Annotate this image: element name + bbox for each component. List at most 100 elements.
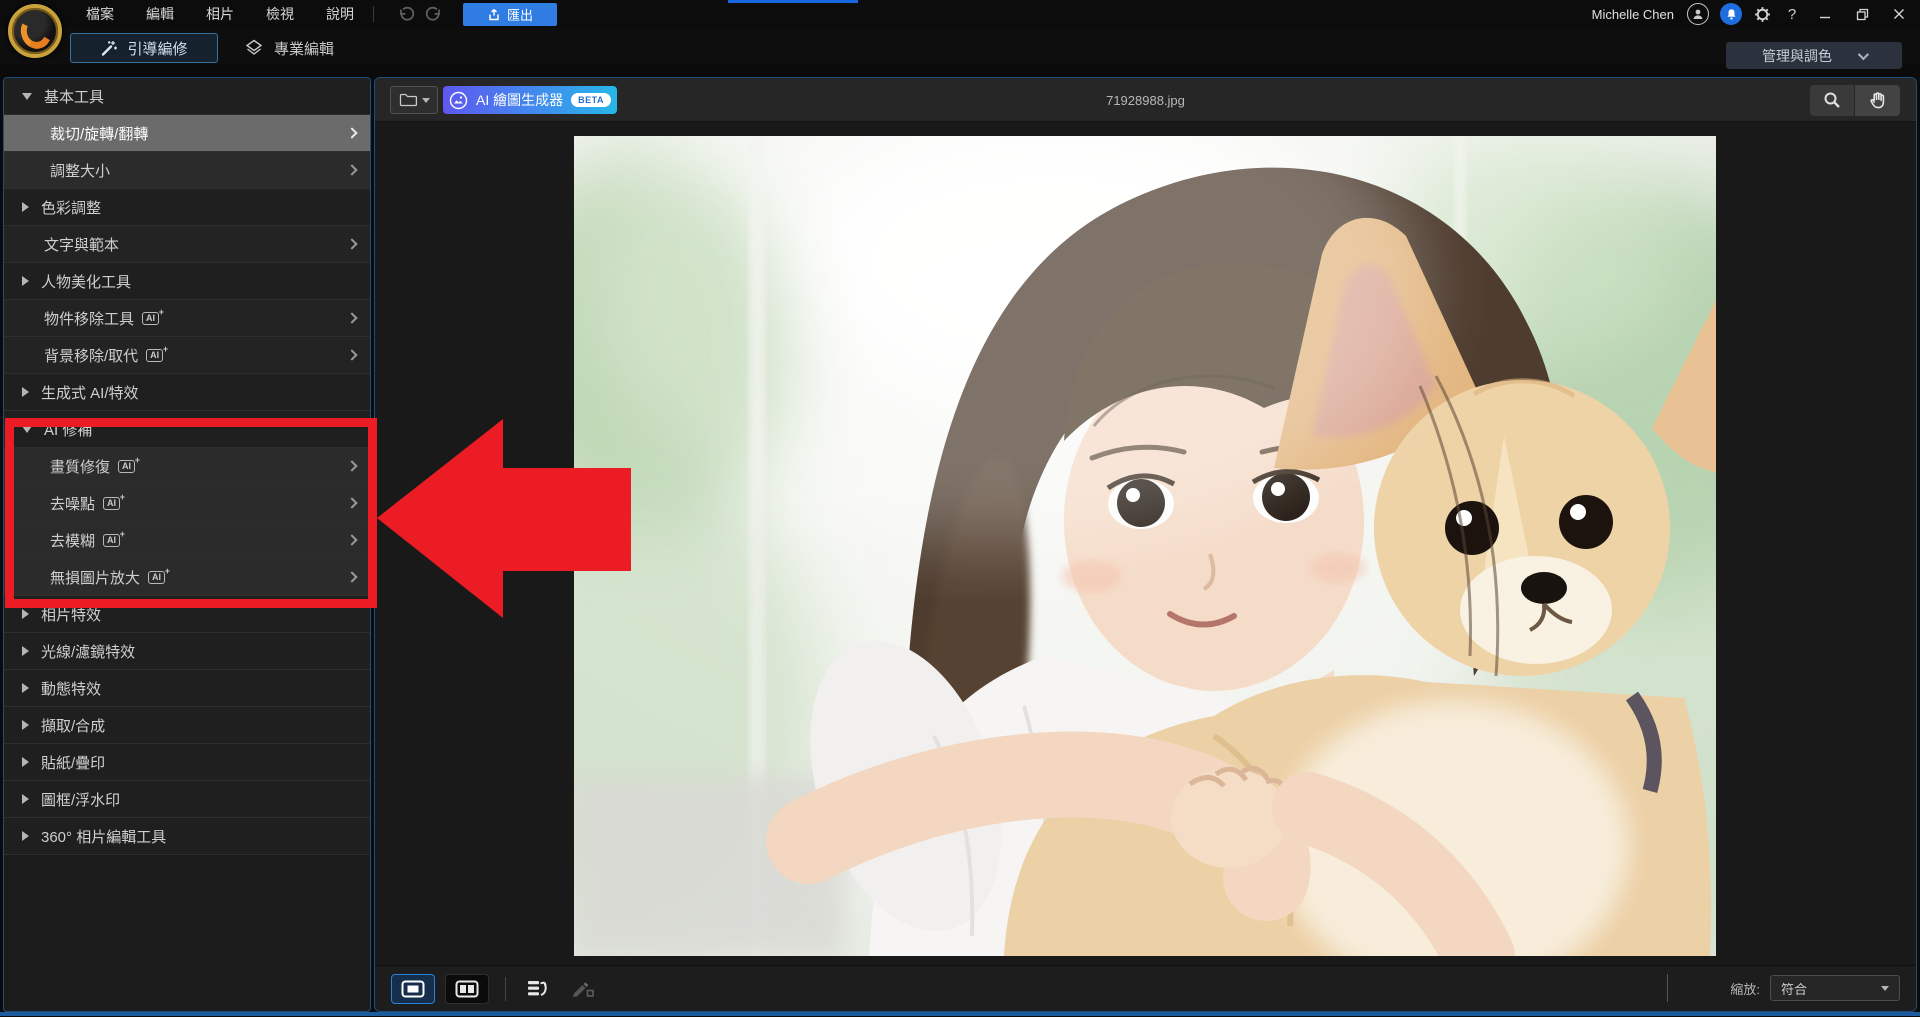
- ai-feature-icon: AI+: [103, 497, 120, 510]
- tab-guided-edit[interactable]: 引導編修: [70, 33, 218, 63]
- history-list-button[interactable]: [522, 976, 556, 1002]
- zoom-dropdown-arrow-icon: [1881, 986, 1889, 991]
- sidebar-item-label: 去噪點: [50, 493, 95, 514]
- zoom-tool-button[interactable]: [1810, 85, 1855, 116]
- footer-right-divider: [1667, 974, 1668, 1002]
- sidebar-item-18[interactable]: 貼紙/疊印: [4, 744, 370, 781]
- sidebar-item-label: AI 修補: [44, 419, 92, 440]
- help-icon[interactable]: ?: [1783, 6, 1801, 23]
- triangle-collapsed-icon: [22, 609, 29, 619]
- mode-tabs-row: 引導編修 專業編輯 管理與調色: [0, 28, 1920, 64]
- sidebar-item-17[interactable]: 擷取/合成: [4, 707, 370, 744]
- sidebar-item-label: 背景移除/取代: [44, 345, 138, 366]
- minimize-button[interactable]: [1812, 4, 1838, 24]
- sidebar-item-16[interactable]: 動態特效: [4, 670, 370, 707]
- menu-help[interactable]: 說明: [322, 2, 358, 26]
- sidebar-item-12[interactable]: 去模糊AI+: [4, 522, 370, 559]
- window-bottom-accent-line: [0, 1012, 1920, 1016]
- zoom-level-dropdown[interactable]: 符合: [1770, 975, 1900, 1001]
- footer-divider: [505, 977, 506, 1001]
- chevron-right-icon: [346, 312, 357, 323]
- account-avatar-icon[interactable]: [1687, 3, 1709, 25]
- ai-image-generator-button[interactable]: AI 繪圖生成器 BETA: [443, 86, 617, 114]
- sidebar-item-19[interactable]: 圖框/浮水印: [4, 781, 370, 818]
- chevron-right-icon: [346, 127, 357, 138]
- pan-tool-button[interactable]: [1855, 85, 1900, 116]
- sidebar-item-label: 相片特效: [41, 604, 101, 625]
- sidebar-item-1[interactable]: 裁切/旋轉/翻轉: [4, 115, 370, 152]
- sidebar-item-5[interactable]: 人物美化工具: [4, 263, 370, 300]
- sidebar-item-label: 擷取/合成: [41, 715, 105, 736]
- sidebar-item-label: 文字與範本: [44, 234, 119, 255]
- magnifier-icon: [1822, 91, 1842, 111]
- sidebar-item-label: 去模糊: [50, 530, 95, 551]
- undo-button[interactable]: [392, 3, 418, 25]
- folder-icon: [399, 92, 418, 108]
- export-button[interactable]: 匯出: [463, 3, 557, 26]
- sidebar-item-20[interactable]: 360° 相片編輯工具: [4, 818, 370, 855]
- sidebar-item-label: 裁切/旋轉/翻轉: [50, 123, 148, 144]
- chevron-right-icon: [346, 349, 357, 360]
- sidebar-item-label: 物件移除工具: [44, 308, 134, 329]
- sidebar-item-label: 無損圖片放大: [50, 567, 140, 588]
- triangle-collapsed-icon: [22, 757, 29, 767]
- sidebar-item-label: 基本工具: [44, 86, 104, 107]
- sidebar-item-9[interactable]: AI 修補: [4, 411, 370, 448]
- menu-file[interactable]: 檔案: [82, 2, 118, 26]
- sidebar-item-13[interactable]: 無損圖片放大 AI+: [4, 559, 370, 596]
- menu-bar: 檔案 編輯 相片 檢視 說明: [82, 0, 358, 28]
- triangle-collapsed-icon: [22, 276, 29, 286]
- tab-expert-edit[interactable]: 專業編輯: [236, 33, 342, 63]
- restore-button[interactable]: [1849, 4, 1875, 24]
- sidebar-item-label: 貼紙/疊印: [41, 752, 105, 773]
- sidebar-item-4[interactable]: 文字與範本: [4, 226, 370, 263]
- sidebar-item-0[interactable]: 基本工具: [4, 78, 370, 115]
- layers-icon: [244, 38, 264, 58]
- photo-canvas-panel: 71928988.jpg AI 繪圖生成器 BETA: [374, 77, 1917, 1012]
- ai-feature-icon: AI+: [142, 312, 159, 325]
- ai-image-generator-label: AI 繪圖生成器: [476, 90, 563, 110]
- sidebar-item-7[interactable]: 背景移除/取代 AI+: [4, 337, 370, 374]
- export-icon: [487, 8, 501, 22]
- menu-view[interactable]: 檢視: [262, 2, 298, 26]
- triangle-expanded-icon: [22, 426, 32, 433]
- single-view-button[interactable]: [391, 974, 435, 1004]
- sidebar-item-14[interactable]: 相片特效: [4, 596, 370, 633]
- chevron-down-icon: [1858, 48, 1869, 59]
- photodirector-logo-icon: [8, 4, 62, 58]
- single-view-icon: [401, 980, 425, 998]
- zoom-level-value: 符合: [1781, 979, 1807, 998]
- menu-divider: [373, 6, 374, 22]
- manage-color-dropdown[interactable]: 管理與調色: [1726, 42, 1902, 69]
- triangle-collapsed-icon: [22, 683, 29, 693]
- compare-view-button[interactable]: [445, 974, 489, 1004]
- sidebar-item-label: 調整大小: [50, 160, 110, 181]
- triangle-collapsed-icon: [22, 387, 29, 397]
- image-circle-icon: [449, 91, 468, 110]
- photo-image[interactable]: [574, 136, 1716, 956]
- menu-edit[interactable]: 編輯: [142, 2, 178, 26]
- guided-edit-sidebar: 基本工具裁切/旋轉/翻轉調整大小色彩調整文字與範本人物美化工具物件移除工具 AI+…: [3, 77, 371, 1012]
- close-button[interactable]: [1886, 4, 1912, 24]
- sidebar-item-10[interactable]: 畫質修復AI+: [4, 448, 370, 485]
- sidebar-item-8[interactable]: 生成式 AI/特效: [4, 374, 370, 411]
- chevron-right-icon: [346, 238, 357, 249]
- ai-feature-icon: AI+: [148, 571, 165, 584]
- sidebar-item-11[interactable]: 去噪點 AI+: [4, 485, 370, 522]
- sidebar-item-6[interactable]: 物件移除工具 AI+: [4, 300, 370, 337]
- canvas-header-bar: 71928988.jpg AI 繪圖生成器 BETA: [375, 78, 1916, 122]
- user-name: Michelle Chen: [1592, 7, 1674, 22]
- sidebar-item-2[interactable]: 調整大小: [4, 152, 370, 189]
- export-label: 匯出: [507, 5, 533, 24]
- ai-feature-icon: AI+: [146, 349, 163, 362]
- sidebar-item-15[interactable]: 光線/濾鏡特效: [4, 633, 370, 670]
- chevron-right-icon: [346, 164, 357, 175]
- edit-pencil-button[interactable]: [566, 976, 600, 1002]
- open-file-button[interactable]: [390, 86, 438, 114]
- redo-button[interactable]: [422, 3, 448, 25]
- menu-photo[interactable]: 相片: [202, 2, 238, 26]
- notification-bell-icon[interactable]: [1720, 3, 1742, 25]
- sidebar-item-3[interactable]: 色彩調整: [4, 189, 370, 226]
- settings-gear-icon[interactable]: [1753, 5, 1772, 24]
- pencil-icon: [570, 978, 596, 1000]
